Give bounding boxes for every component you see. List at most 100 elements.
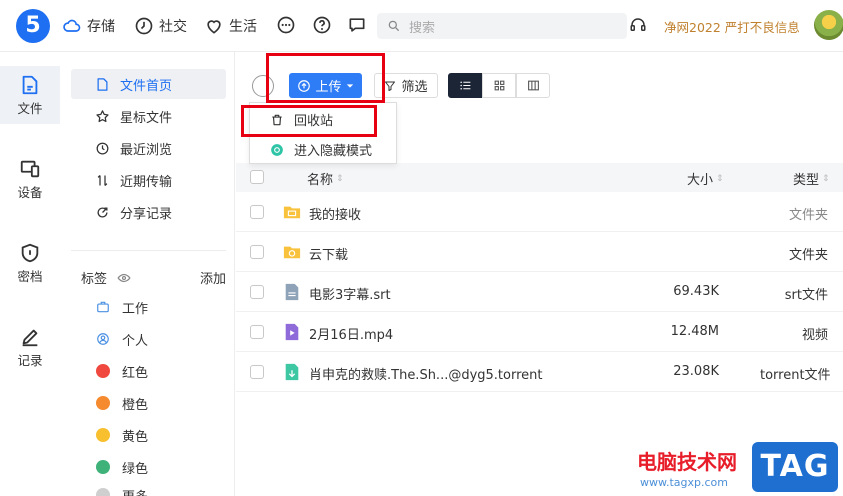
table-row[interactable]: 电影3字幕.srt 69.43K srt文件 bbox=[236, 272, 843, 312]
watermark-site-name: 电脑技术网 bbox=[637, 450, 737, 474]
size-column-header[interactable]: 大小 ⇕ bbox=[687, 169, 724, 188]
shield-icon bbox=[21, 243, 39, 263]
torrent-file-icon bbox=[285, 363, 299, 381]
sidebar-item-recent[interactable]: 最近浏览 bbox=[71, 133, 226, 163]
rail-item-files[interactable]: 文件 bbox=[0, 66, 60, 124]
left-rail: 文件 设备 密档 记录 bbox=[0, 52, 60, 496]
select-all-circle[interactable] bbox=[252, 75, 274, 97]
tag-color-dot bbox=[96, 428, 110, 442]
nav-storage[interactable]: 存储 bbox=[62, 14, 115, 38]
grid-view-button[interactable] bbox=[482, 73, 516, 98]
rail-item-devices[interactable]: 设备 bbox=[0, 150, 60, 208]
tag-item-personal[interactable]: 个人 bbox=[96, 327, 148, 351]
sidebar-item-label: 文件首页 bbox=[120, 78, 173, 94]
cloud-icon bbox=[63, 19, 81, 32]
nav-storage-label: 存储 bbox=[87, 19, 115, 35]
sidebar: 文件首页 星标文件 最近浏览 近期传输 分享记录 标签 添加 工作 个人 红色 … bbox=[60, 52, 235, 496]
file-size: 23.08K bbox=[673, 364, 719, 379]
share-icon bbox=[97, 207, 108, 218]
search-input[interactable]: 搜索 bbox=[377, 13, 627, 39]
notice-link[interactable]: 净网2022 严打不良信息 bbox=[664, 17, 800, 36]
name-column-header[interactable]: 名称 ⇕ bbox=[307, 169, 344, 188]
watermark-logo: TAG bbox=[752, 442, 838, 492]
menu-item-hidden-mode[interactable]: 进入隐藏模式 bbox=[250, 135, 396, 164]
table-row[interactable]: 我的接收 文件夹 bbox=[236, 192, 843, 232]
tag-item-more[interactable]: 更多 bbox=[96, 483, 148, 496]
grid-view-icon bbox=[494, 80, 504, 91]
rail-item-records[interactable]: 记录 bbox=[0, 318, 60, 376]
menu-item-label: 回收站 bbox=[294, 114, 334, 129]
document-icon bbox=[97, 77, 108, 91]
rail-item-label: 记录 bbox=[17, 353, 43, 368]
nav-social-label: 社交 bbox=[159, 19, 187, 35]
device-icon bbox=[20, 160, 40, 178]
rail-item-label: 设备 bbox=[17, 185, 43, 200]
sort-icon: ⇕ bbox=[822, 173, 830, 184]
watermark-url: www.tagxp.com bbox=[640, 476, 728, 489]
table-row[interactable]: 肖申克的救赎.The.Sh...@dyg5.torrent 23.08K tor… bbox=[236, 352, 843, 392]
message-icon[interactable] bbox=[347, 15, 367, 35]
row-checkbox[interactable] bbox=[250, 325, 264, 339]
rail-item-vault[interactable]: 密档 bbox=[0, 234, 60, 292]
tag-item-yellow[interactable]: 黄色 bbox=[96, 423, 148, 447]
type-column-header[interactable]: 类型 ⇕ bbox=[793, 169, 830, 188]
file-size: 12.48M bbox=[670, 324, 719, 339]
folder-inbox-icon bbox=[283, 206, 301, 219]
tag-item-work[interactable]: 工作 bbox=[96, 295, 148, 319]
nav-life[interactable]: 生活 bbox=[204, 14, 257, 38]
table-row[interactable]: 2月16日.mp4 12.48M 视频 bbox=[236, 312, 843, 352]
help-icon[interactable] bbox=[312, 15, 332, 35]
sidebar-item-label: 近期传输 bbox=[120, 174, 173, 190]
row-checkbox[interactable] bbox=[250, 205, 264, 219]
sort-icon: ⇕ bbox=[336, 173, 344, 184]
row-checkbox[interactable] bbox=[250, 365, 264, 379]
tag-item-green[interactable]: 绿色 bbox=[96, 455, 148, 479]
tags-title: 标签 bbox=[81, 272, 108, 287]
tag-color-dot bbox=[96, 488, 110, 496]
filter-button[interactable]: 筛选 bbox=[374, 73, 438, 98]
tag-label: 工作 bbox=[122, 301, 149, 317]
select-all-checkbox[interactable] bbox=[250, 170, 264, 184]
name-header-label: 名称 bbox=[307, 173, 334, 188]
file-name: 我的接收 bbox=[309, 208, 362, 223]
sidebar-item-shares[interactable]: 分享记录 bbox=[71, 197, 226, 227]
trash-icon bbox=[272, 114, 282, 125]
upload-icon bbox=[298, 79, 311, 92]
row-checkbox[interactable] bbox=[250, 285, 264, 299]
history-icon bbox=[96, 142, 109, 154]
tag-item-red[interactable]: 红色 bbox=[96, 359, 148, 383]
avatar[interactable] bbox=[814, 10, 843, 40]
row-checkbox[interactable] bbox=[250, 245, 264, 259]
tags-add-button[interactable]: 添加 bbox=[200, 268, 226, 287]
file-name: 肖申克的救赎.The.Sh...@dyg5.torrent bbox=[309, 368, 543, 383]
upload-label: 上传 bbox=[315, 80, 342, 95]
file-icon bbox=[22, 75, 38, 95]
sort-icon: ⇕ bbox=[716, 173, 724, 184]
app-logo[interactable]: 5 bbox=[16, 9, 50, 43]
menu-item-recycle-bin[interactable]: 回收站 bbox=[250, 105, 396, 134]
nav-life-label: 生活 bbox=[229, 19, 257, 35]
sidebar-item-transfers[interactable]: 近期传输 bbox=[71, 165, 226, 195]
nav-social[interactable]: 社交 bbox=[134, 14, 187, 38]
sidebar-item-starred[interactable]: 星标文件 bbox=[71, 101, 226, 131]
search-icon bbox=[388, 20, 400, 32]
sidebar-item-home[interactable]: 文件首页 bbox=[71, 69, 226, 99]
file-name: 云下载 bbox=[309, 248, 349, 263]
search-placeholder: 搜索 bbox=[409, 20, 436, 36]
sidebar-item-label: 分享记录 bbox=[120, 206, 173, 222]
headset-icon[interactable] bbox=[629, 16, 647, 34]
list-view-button[interactable] bbox=[448, 73, 482, 98]
type-header-label: 类型 bbox=[793, 173, 820, 188]
pen-icon bbox=[22, 329, 38, 347]
folder-download-icon bbox=[283, 246, 301, 259]
upload-button[interactable]: 上传 bbox=[289, 73, 362, 98]
tag-label: 更多 bbox=[122, 486, 148, 496]
tag-label: 橙色 bbox=[122, 397, 149, 413]
star-icon bbox=[96, 109, 109, 122]
heart-icon bbox=[207, 20, 221, 34]
column-view-button[interactable] bbox=[516, 73, 550, 98]
eye-icon[interactable] bbox=[117, 271, 131, 285]
more-icon[interactable] bbox=[276, 15, 296, 35]
table-row[interactable]: 云下载 文件夹 bbox=[236, 232, 843, 272]
tag-item-orange[interactable]: 橙色 bbox=[96, 391, 148, 415]
